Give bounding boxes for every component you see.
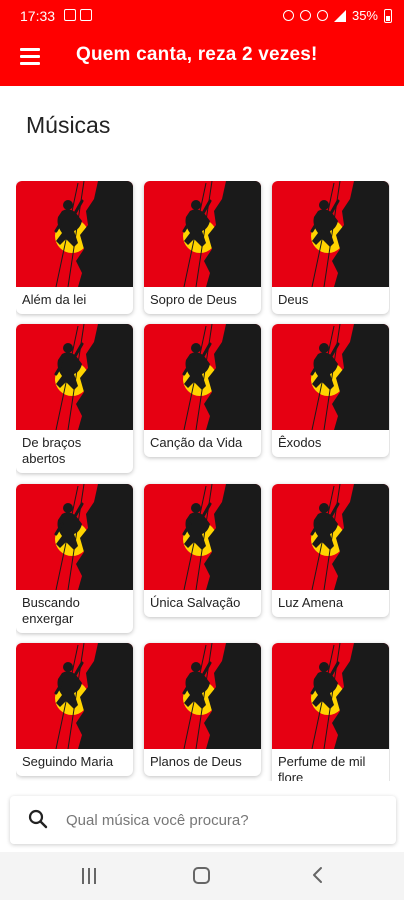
signal-icon bbox=[333, 9, 346, 22]
song-artwork bbox=[272, 643, 389, 749]
search-bar bbox=[10, 796, 396, 844]
search-input[interactable] bbox=[66, 808, 376, 832]
song-title: Sopro de Deus bbox=[150, 292, 237, 307]
song-title: Êxodos bbox=[278, 435, 322, 450]
song-title: Canção da Vida bbox=[150, 435, 243, 450]
song-artwork bbox=[16, 324, 133, 430]
song-title: Planos de Deus bbox=[150, 754, 242, 769]
wifi-icon bbox=[316, 10, 328, 21]
alarm-icon bbox=[282, 10, 294, 21]
notification-icons bbox=[64, 9, 92, 21]
song-card[interactable]: Luz Amena bbox=[272, 484, 389, 617]
song-title: Luz Amena bbox=[278, 595, 344, 610]
song-artwork bbox=[16, 484, 133, 590]
song-artwork bbox=[144, 484, 261, 590]
song-artwork bbox=[272, 484, 389, 590]
system-nav-bar bbox=[0, 852, 404, 900]
song-card[interactable]: Êxodos bbox=[272, 324, 389, 457]
song-title: Perfume de mil flore bbox=[278, 754, 366, 781]
battery-icon bbox=[384, 8, 392, 23]
song-card[interactable]: Canção da Vida bbox=[144, 324, 261, 457]
song-card[interactable]: Deus bbox=[272, 181, 389, 314]
menu-icon[interactable] bbox=[20, 48, 40, 66]
song-card[interactable]: Além da lei bbox=[16, 181, 133, 314]
song-title: De braços abertos bbox=[22, 435, 82, 466]
search-icon bbox=[28, 809, 48, 829]
recent-apps-icon[interactable] bbox=[80, 868, 98, 884]
song-title: Além da lei bbox=[22, 292, 87, 307]
home-icon[interactable] bbox=[193, 867, 210, 884]
song-card[interactable]: Sopro de Deus bbox=[144, 181, 261, 314]
song-card[interactable]: Única Salvação bbox=[144, 484, 261, 617]
songs-grid: Além da lei Sopro de Deus Deus De braços… bbox=[16, 181, 390, 781]
song-artwork bbox=[144, 643, 261, 749]
song-title: Seguindo Maria bbox=[22, 754, 114, 769]
mute-icon bbox=[299, 10, 311, 21]
song-card[interactable]: Seguindo Maria bbox=[16, 643, 133, 776]
page-title: Músicas bbox=[26, 112, 111, 138]
song-card[interactable]: De braços abertos bbox=[16, 324, 133, 473]
status-bar: 17:33 35% bbox=[0, 0, 404, 32]
song-title: Deus bbox=[278, 292, 309, 307]
song-artwork bbox=[144, 181, 261, 287]
status-time: 17:33 bbox=[20, 8, 56, 24]
song-card[interactable]: Buscando enxergar bbox=[16, 484, 133, 633]
system-icons: 35% bbox=[282, 8, 392, 23]
app-bar: Quem canta, reza 2 vezes! bbox=[0, 32, 404, 86]
notification-icon bbox=[64, 9, 76, 21]
song-artwork bbox=[272, 324, 389, 430]
song-artwork bbox=[16, 181, 133, 287]
song-artwork bbox=[16, 643, 133, 749]
song-title: Buscando enxergar bbox=[22, 595, 80, 626]
song-artwork bbox=[272, 181, 389, 287]
song-artwork bbox=[144, 324, 261, 430]
song-title: Única Salvação bbox=[150, 595, 241, 610]
back-icon[interactable] bbox=[310, 866, 324, 884]
app-title: Quem canta, reza 2 vezes! bbox=[76, 44, 318, 65]
song-card[interactable]: Perfume de mil flore bbox=[272, 643, 389, 781]
song-card[interactable]: Planos de Deus bbox=[144, 643, 261, 776]
notification-icon bbox=[80, 9, 92, 21]
battery-percent: 35% bbox=[351, 8, 378, 23]
